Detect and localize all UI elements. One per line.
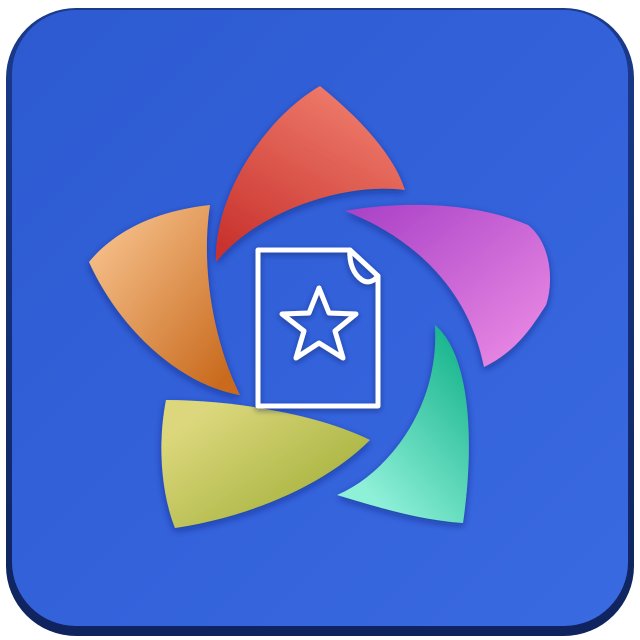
app-icon-graphic	[6, 8, 634, 636]
app-icon[interactable]	[0, 0, 640, 640]
